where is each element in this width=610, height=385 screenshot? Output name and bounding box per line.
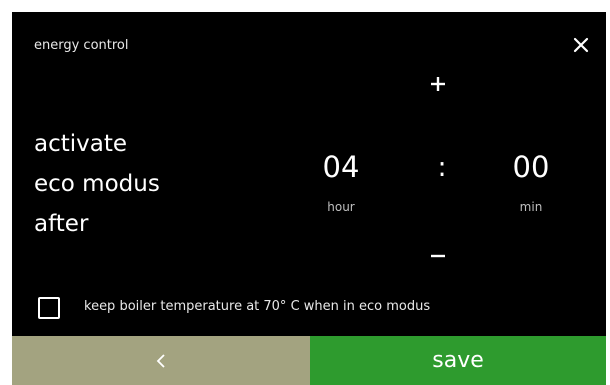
hour-unit-label: hour [327, 200, 355, 214]
energy-control-screen: energy control activate eco modus after … [12, 12, 606, 385]
back-button[interactable] [12, 336, 310, 385]
description-line: activate [34, 131, 128, 157]
chevron-left-icon [156, 353, 165, 368]
description-text: activate eco modus after [34, 124, 160, 244]
plus-icon [431, 77, 445, 91]
minus-icon [431, 254, 445, 258]
minute-unit-label: min [519, 200, 543, 214]
description-line: eco modus [34, 171, 160, 197]
minute-value[interactable]: 00 [496, 150, 566, 184]
time-separator: : [437, 152, 447, 183]
hour-value[interactable]: 04 [306, 150, 376, 184]
save-button[interactable]: save [310, 336, 606, 385]
footer-bar: save [12, 336, 606, 385]
description-line: after [34, 211, 89, 237]
increment-button[interactable] [426, 72, 450, 96]
close-icon [573, 37, 589, 53]
eco-boiler-checkbox[interactable] [38, 297, 60, 319]
close-button[interactable] [570, 34, 592, 56]
eco-boiler-checkbox-label[interactable]: keep boiler temperature at 70° C when in… [84, 299, 430, 314]
page-title: energy control [34, 38, 129, 53]
decrement-button[interactable] [426, 244, 450, 268]
